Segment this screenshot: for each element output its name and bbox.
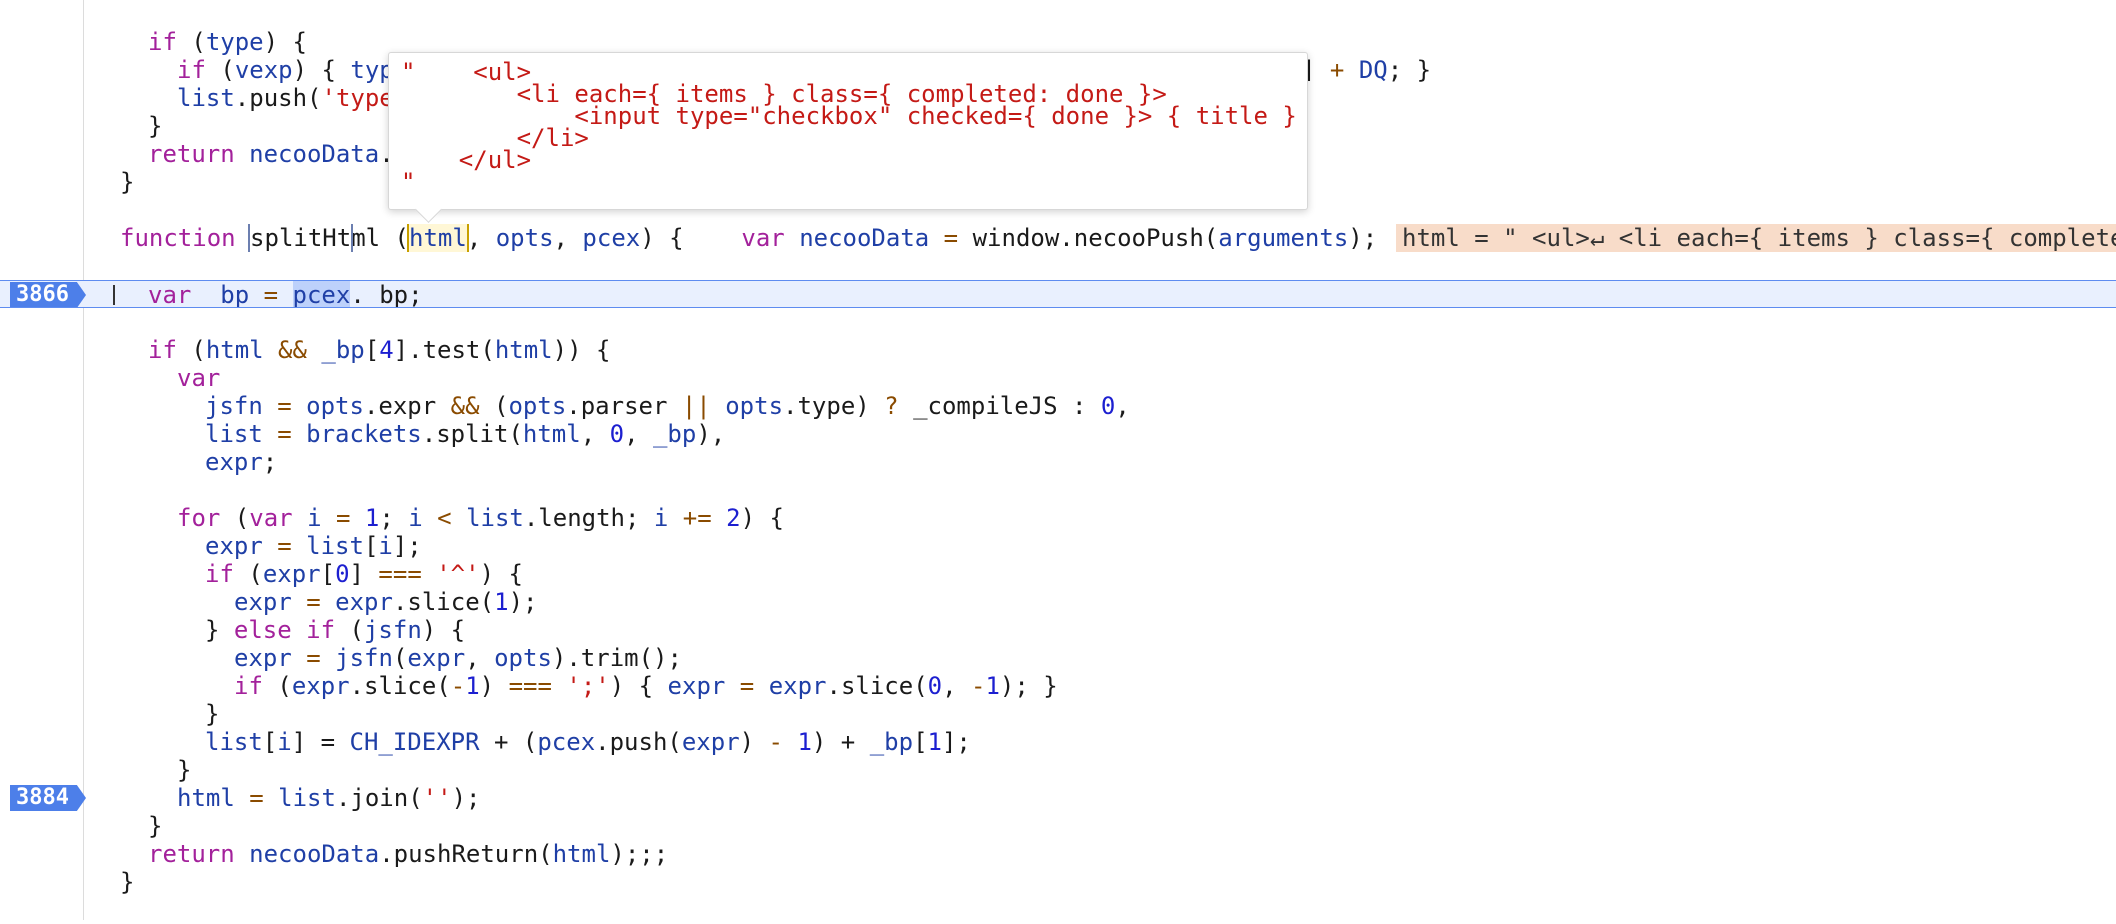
line-code: } bbox=[177, 756, 192, 784]
code-line[interactable]: 3886 return necooData.pushReturn(html);;… bbox=[0, 840, 2116, 868]
code-line[interactable]: 3865 bbox=[0, 252, 2116, 280]
code-line[interactable]: 3869 var bbox=[0, 364, 2116, 392]
line-code: html = list.join(''); bbox=[177, 784, 481, 812]
code-line[interactable]: 3878 } else if (jsfn) { bbox=[0, 616, 2116, 644]
code-line[interactable]: 3881 } bbox=[0, 700, 2116, 728]
line-code: if (html && _bp[4].test(html)) { bbox=[148, 336, 611, 364]
code-line[interactable]: 3870 jsfn = opts.expr && (opts.parser ||… bbox=[0, 392, 2116, 420]
code-line[interactable]: 3882 list[i] = CH_IDEXPR + (pcex.push(ex… bbox=[0, 728, 2116, 756]
line-code: if (type) { bbox=[148, 28, 307, 56]
line-code: if (vexp) { typ bbox=[177, 56, 394, 84]
current-execution-line[interactable]: 3866 var _bp = pcex._bp; bbox=[0, 280, 2116, 308]
code-line[interactable]: 3879 expr = jsfn(expr, opts).trim(); bbox=[0, 644, 2116, 672]
breakpoint-marker[interactable]: 3866 bbox=[10, 282, 86, 307]
code-line[interactable]: 3864 function splitHtml (html, opts, pce… bbox=[0, 224, 2116, 252]
code-line[interactable]: 3876 if (expr[0] === '^') { bbox=[0, 560, 2116, 588]
code-line[interactable]: 3856 bbox=[0, 0, 2116, 28]
breakpoint-marker[interactable]: 3884 bbox=[10, 785, 86, 811]
selected-text: pcex bbox=[292, 281, 351, 308]
line-code: } bbox=[148, 812, 163, 840]
code-line[interactable]: 3871 list = brackets.split(html, 0, _bp)… bbox=[0, 420, 2116, 448]
line-code: } bbox=[148, 112, 163, 140]
line-code: if (expr.slice(-1) === ';') { expr = exp… bbox=[234, 672, 1058, 700]
popover-line: " bbox=[401, 168, 416, 196]
code-line[interactable]: 3885 } bbox=[0, 812, 2116, 840]
code-line[interactable]: 3868 if (html && _bp[4].test(html)) { bbox=[0, 336, 2116, 364]
code-line[interactable]: 3883 } bbox=[0, 756, 2116, 784]
inline-variable-value[interactable]: html = " <ul>↵ <li each={ items } class=… bbox=[1396, 224, 2116, 252]
line-code: var _bp = pcex._bp; bbox=[148, 281, 423, 308]
function-name-highlight: splitHt bbox=[248, 224, 354, 252]
code-line[interactable]: 3884 html = list.join(''); bbox=[0, 784, 2116, 812]
code-line[interactable]: 3880 if (expr.slice(-1) === ';') { expr … bbox=[0, 672, 2116, 700]
code-editor[interactable]: 3856 3857 if (type) { 3858 if (vexp) { t… bbox=[0, 0, 2116, 920]
code-line[interactable]: 3872 expr; bbox=[0, 448, 2116, 476]
line-code: } bbox=[120, 868, 135, 896]
popover-line: </ul> bbox=[401, 146, 532, 174]
line-code: return necooData. bbox=[148, 140, 394, 168]
line-code: for (var i = 1; i < list.length; i += 2)… bbox=[177, 504, 784, 532]
line-code: expr = list[i]; bbox=[205, 532, 422, 560]
line-code: } bbox=[205, 700, 220, 728]
line-code: var bbox=[177, 364, 221, 392]
code-line[interactable]: 3877 expr = expr.slice(1); bbox=[0, 588, 2116, 616]
code-line[interactable]: 3874 for (var i = 1; i < list.length; i … bbox=[0, 504, 2116, 532]
line-code: jsfn = opts.expr && (opts.parser || opts… bbox=[205, 392, 1130, 420]
line-code: list.push('type bbox=[177, 84, 394, 112]
line-code: if (expr[0] === '^') { bbox=[205, 560, 523, 588]
line-code: list[i] = CH_IDEXPR + (pcex.push(expr) -… bbox=[205, 728, 971, 756]
text-cursor bbox=[113, 285, 115, 305]
code-line[interactable]: 3867 bbox=[0, 308, 2116, 336]
line-code: } bbox=[120, 168, 135, 196]
variable-value-popover[interactable]: " <ul> <li each={ items } class={ comple… bbox=[388, 52, 1308, 223]
hovered-variable[interactable]: html bbox=[407, 224, 469, 252]
code-line[interactable]: 3873 bbox=[0, 476, 2116, 504]
line-code: list = brackets.split(html, 0, _bp), bbox=[205, 420, 726, 448]
line-code: return necooData.pushReturn(html);;; bbox=[148, 840, 669, 868]
line-code: expr = expr.slice(1); bbox=[234, 588, 538, 616]
code-line[interactable]: 3887 } bbox=[0, 868, 2116, 896]
line-code: function splitHtml (html, opts, pcex) { … bbox=[120, 224, 1378, 252]
code-line[interactable]: 3875 expr = list[i]; bbox=[0, 532, 2116, 560]
line-code: expr = jsfn(expr, opts).trim(); bbox=[234, 644, 682, 672]
line-code: expr; bbox=[205, 448, 278, 476]
line-code-tail: ] + DQ; } bbox=[1301, 56, 1432, 84]
line-code: } else if (jsfn) { bbox=[205, 616, 466, 644]
